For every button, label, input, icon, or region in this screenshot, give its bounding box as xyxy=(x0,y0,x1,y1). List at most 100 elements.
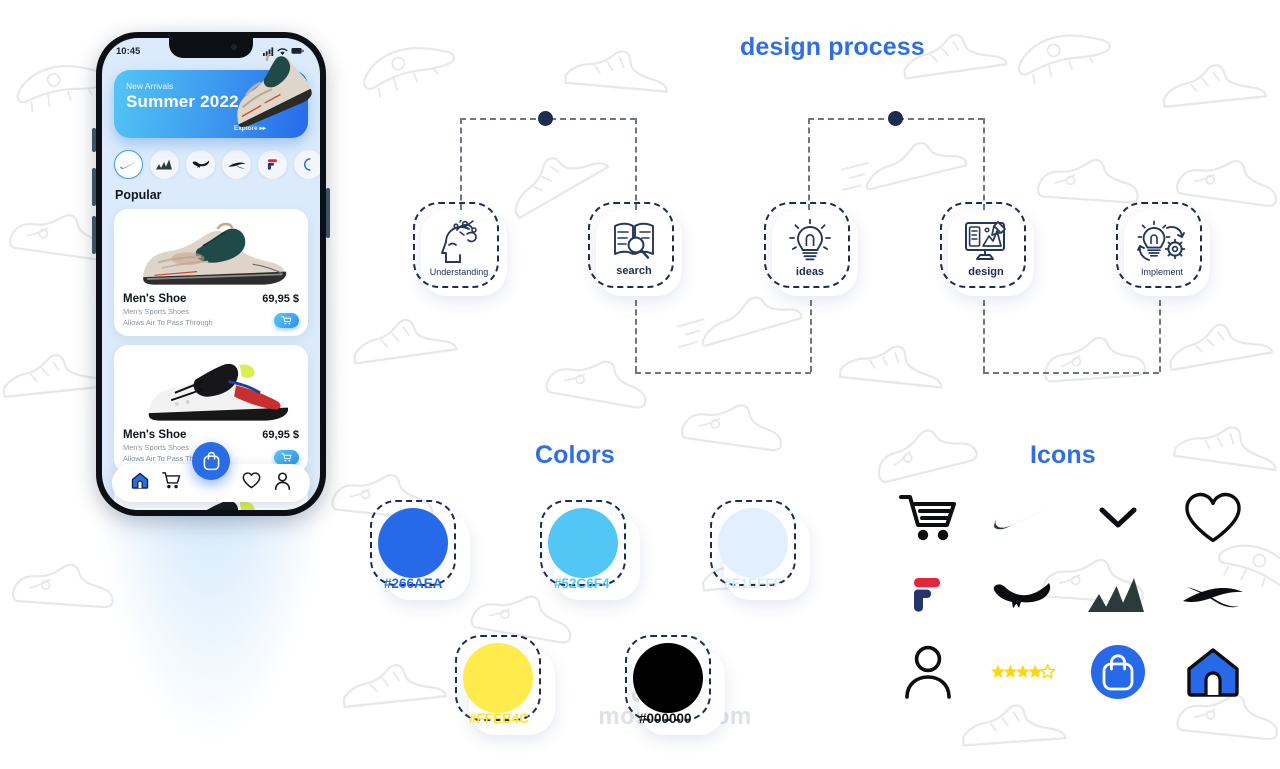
shopping-bag-icon xyxy=(203,451,219,471)
product-price: 69,95 $ xyxy=(262,293,299,305)
process-step-design[interactable]: design xyxy=(940,202,1034,296)
product-desc-line1: Men's Sports Shoes xyxy=(123,307,189,316)
swatch-circle xyxy=(548,508,618,578)
icon-item-home[interactable] xyxy=(1173,637,1253,707)
product-name: Men's Shoe xyxy=(123,293,187,305)
swatch-circle xyxy=(633,643,703,713)
phone-mockup: 10:45 New Arrivals Summer 2022 Explore ▸… xyxy=(80,18,342,758)
brand-chip-more[interactable] xyxy=(294,150,320,179)
nike-logo-icon xyxy=(993,506,1052,530)
icon-item-chevron-down[interactable] xyxy=(1078,483,1158,553)
add-to-cart-button[interactable] xyxy=(274,449,299,465)
brand-chip-adidas[interactable] xyxy=(150,150,179,179)
add-to-cart-button[interactable] xyxy=(274,313,299,329)
process-step-understanding[interactable]: Understanding xyxy=(413,202,507,296)
connector-down-design xyxy=(983,118,985,210)
shopping-cart-icon xyxy=(898,495,956,541)
process-step-ideas[interactable]: ideas xyxy=(764,202,858,296)
cart-icon xyxy=(281,453,292,462)
product-image xyxy=(123,351,299,429)
nav-item-profile[interactable] xyxy=(274,471,291,495)
brand-chip-puma[interactable] xyxy=(186,150,215,179)
icon-item-adidas[interactable] xyxy=(1078,560,1158,630)
process-step-label: design xyxy=(968,265,1004,278)
adidas-logo-icon xyxy=(1087,577,1144,612)
product-card[interactable]: Men's Shoe 69,95 $ Men's Sports Shoes Al… xyxy=(114,209,308,337)
page-title-colors: Colors xyxy=(535,441,615,469)
swatch-hex-label: #52C6F4 xyxy=(554,576,610,591)
icon-item-person[interactable] xyxy=(888,637,968,707)
process-step-label: Understanding xyxy=(429,266,489,277)
icon-item-reebok[interactable] xyxy=(1173,560,1253,630)
floating-bag-button[interactable] xyxy=(192,442,230,480)
process-step-search[interactable]: search xyxy=(588,202,682,296)
star-rating-icon xyxy=(990,663,1055,679)
process-step-label: search xyxy=(616,264,652,277)
color-swatch[interactable]: #52C6F4 xyxy=(540,500,640,600)
nav-item-favorites[interactable] xyxy=(242,472,261,494)
bulb-gear-icon xyxy=(1137,220,1186,261)
color-swatch[interactable]: #000000 xyxy=(625,635,725,735)
swatch-circle xyxy=(718,508,788,578)
brand-chip-reebok[interactable] xyxy=(222,150,251,179)
icon-item-shopping-bag[interactable] xyxy=(1078,637,1158,707)
brand-chip-fila[interactable] xyxy=(258,150,287,179)
color-swatch[interactable]: #E1EFFF xyxy=(710,500,810,600)
chevron-down-icon xyxy=(1099,507,1136,528)
swatch-circle xyxy=(463,643,533,713)
nav-item-cart[interactable] xyxy=(162,472,181,494)
icon-item-heart[interactable] xyxy=(1173,483,1253,553)
partial-logo-icon xyxy=(304,158,311,171)
brand-filter-row[interactable] xyxy=(102,138,320,179)
icon-item-nike[interactable] xyxy=(983,483,1063,553)
connector-down-search xyxy=(635,118,637,210)
reebok-logo-icon xyxy=(1182,586,1243,608)
process-step-label: ideas xyxy=(795,265,825,278)
banner-shoe-image xyxy=(237,54,312,127)
connector-down-understanding xyxy=(460,118,462,210)
shopping-bag-icon xyxy=(1090,644,1145,699)
icon-item-shopping-cart[interactable] xyxy=(888,483,968,553)
adidas-logo-icon xyxy=(156,159,172,170)
color-swatch[interactable]: #FFEB4C xyxy=(455,635,555,735)
connector-up-ideas-bottom xyxy=(810,300,812,372)
phone-button-power[interactable] xyxy=(326,188,330,238)
color-palette: #266AEA #52C6F4 #E1EFFF #FFEB4C #000000 xyxy=(370,480,840,750)
swatch-hex-label: #E1EFFF xyxy=(724,576,782,591)
phone-screen: 10:45 New Arrivals Summer 2022 Explore ▸… xyxy=(102,38,320,510)
connector-down-ideas xyxy=(808,118,810,210)
cart-icon xyxy=(162,472,181,489)
phone-frame: 10:45 New Arrivals Summer 2022 Explore ▸… xyxy=(96,32,326,516)
person-outline-icon xyxy=(904,645,951,699)
popular-heading: Popular xyxy=(115,188,162,202)
process-node-dot-2 xyxy=(888,111,903,126)
icon-item-fila[interactable] xyxy=(888,560,968,630)
head-with-ideas-icon xyxy=(441,219,477,263)
lightbulb-icon xyxy=(789,218,831,260)
icon-item-puma[interactable] xyxy=(983,560,1063,630)
puma-logo-icon xyxy=(993,582,1050,609)
connector-bottom-1 xyxy=(635,372,811,374)
person-icon xyxy=(275,471,291,490)
product-image xyxy=(123,215,299,293)
color-swatch[interactable]: #266AEA xyxy=(370,500,470,600)
process-step-implement[interactable]: Implement xyxy=(1116,202,1210,296)
brand-chip-nike[interactable] xyxy=(114,150,143,179)
page-title-design-process: design process xyxy=(740,33,925,61)
home-icon xyxy=(1186,647,1239,697)
book-magnifier-icon xyxy=(614,222,654,259)
swatch-hex-label: #FFEB4C xyxy=(469,711,530,726)
fila-logo-icon xyxy=(267,159,277,170)
heart-icon xyxy=(242,472,261,489)
page-title-icons: Icons xyxy=(1030,441,1096,469)
icon-item-star-rating[interactable] xyxy=(983,637,1063,707)
home-icon xyxy=(131,472,148,489)
connector-bottom-2 xyxy=(983,372,1159,374)
nike-logo-icon xyxy=(120,160,137,169)
product-name: Men's Shoe xyxy=(123,429,187,442)
nav-item-home[interactable] xyxy=(131,472,149,494)
product-desc-line2: Allows Air To Pass Through xyxy=(123,317,213,327)
reebok-logo-icon xyxy=(227,162,246,169)
promo-banner[interactable]: New Arrivals Summer 2022 Explore ▸▸ xyxy=(114,54,312,138)
puma-logo-icon xyxy=(192,160,209,169)
